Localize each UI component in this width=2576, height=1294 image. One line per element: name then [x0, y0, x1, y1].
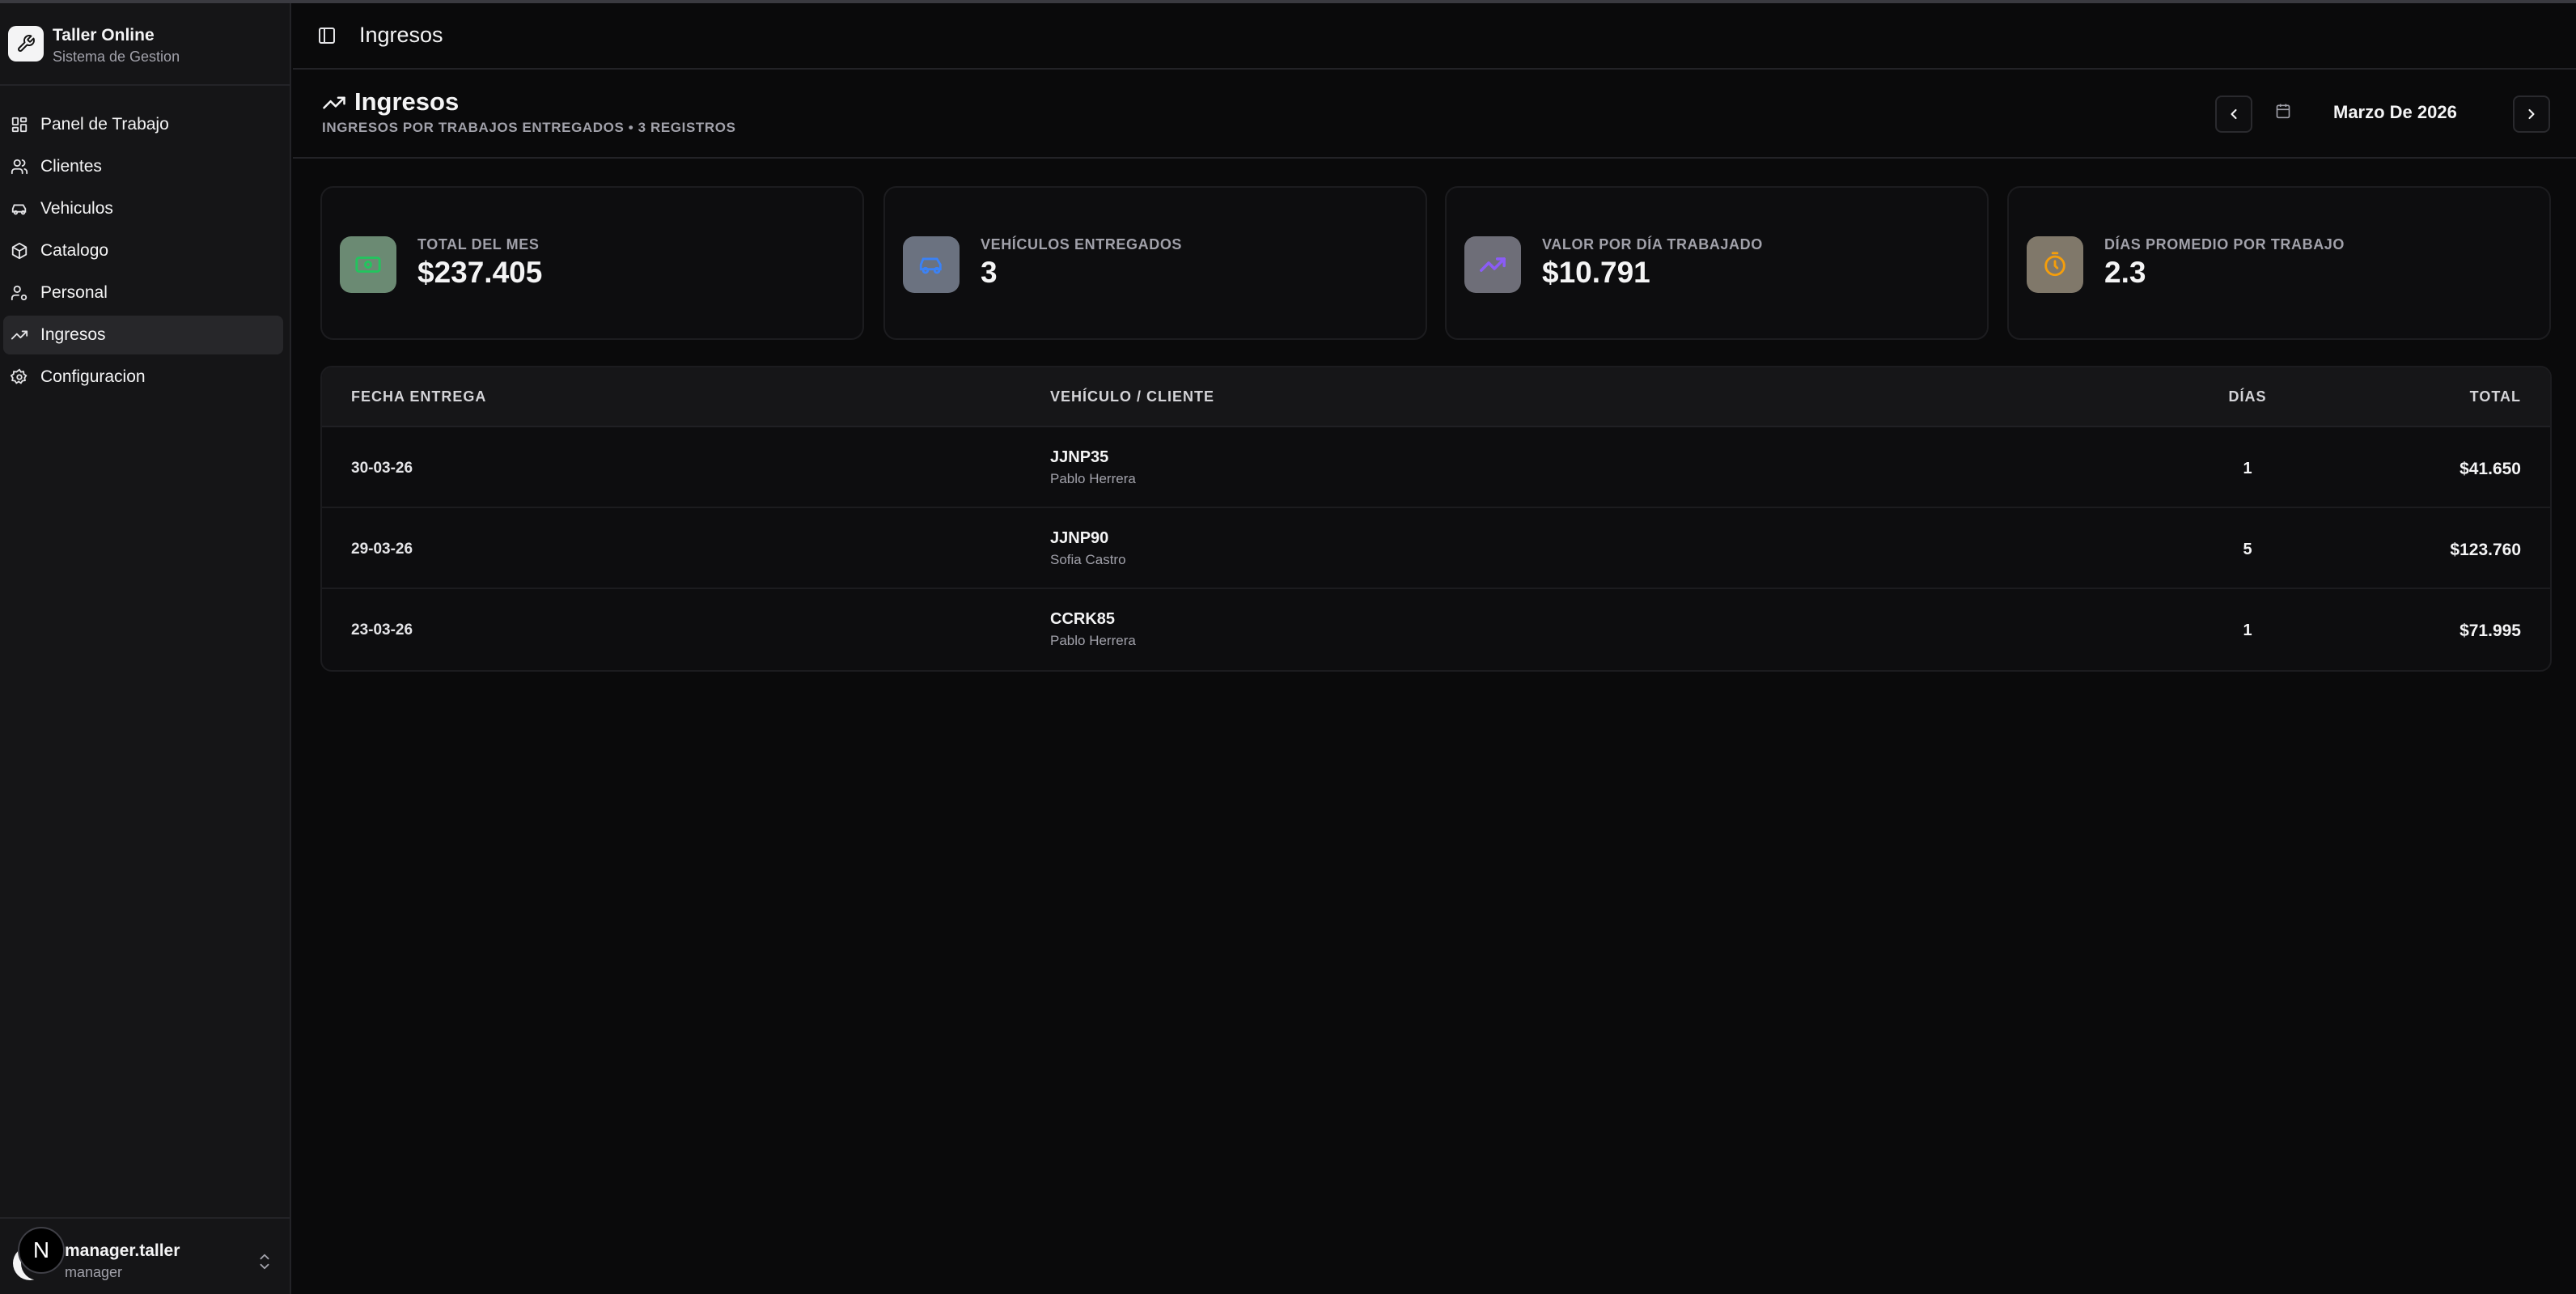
divider	[0, 84, 290, 86]
stat-label: Valor por día trabajado	[1542, 236, 1763, 252]
sidebar-item-catalogo[interactable]: Catalogo	[3, 231, 283, 270]
cell-date: 29-03-26	[351, 541, 413, 558]
cell-total: $71.995	[2459, 622, 2521, 640]
package-icon	[10, 241, 29, 261]
dev-badge[interactable]: N	[18, 1227, 65, 1274]
trending-up-icon	[322, 91, 348, 117]
sidebar-item-personal[interactable]: Personal	[3, 274, 283, 312]
stat-card-dias-promedio: Días promedio por trabajo 2.3	[2007, 186, 2551, 340]
trending-up-icon	[10, 325, 29, 345]
column-header-dias[interactable]: DÍAS	[2215, 388, 2280, 405]
sidebar-item-label: Vehiculos	[40, 199, 113, 218]
cell-client: Pablo Herrera	[1050, 633, 1136, 648]
money-icon	[340, 236, 396, 293]
settings-icon	[10, 367, 29, 387]
cell-total: $123.760	[2450, 541, 2521, 559]
car-icon	[903, 236, 960, 293]
stat-value: $237.405	[417, 256, 543, 289]
app-subtitle: Sistema de Gestion	[53, 49, 180, 65]
sidebar-item-label: Personal	[40, 283, 108, 302]
users-icon	[10, 157, 29, 176]
table-row[interactable]: 29-03-26 JJNP90 Sofia Castro 5 $123.760	[322, 508, 2550, 589]
wrench-icon	[8, 26, 44, 62]
stat-card-valor-por-dia: Valor por día trabajado $10.791	[1445, 186, 1989, 340]
cell-plate: JJNP90	[1050, 529, 1109, 547]
sidebar-nav: Panel de Trabajo Clientes Vehiculos Cata…	[0, 105, 290, 400]
cell-days: 1	[2243, 622, 2252, 639]
cell-total: $41.650	[2459, 460, 2521, 478]
app-name: Taller Online	[53, 26, 155, 45]
cell-plate: CCRK85	[1050, 610, 1116, 628]
user-cog-icon	[10, 283, 29, 303]
table-row[interactable]: 30-03-26 JJNP35 Pablo Herrera 1 $41.650	[322, 427, 2550, 508]
chevron-right-icon	[2528, 108, 2535, 120]
sidebar-item-vehiculos[interactable]: Vehiculos	[3, 189, 283, 228]
cell-client: Pablo Herrera	[1050, 471, 1136, 486]
chevron-left-icon	[2231, 108, 2237, 120]
page-header: Ingresos INGRESOS POR TRABAJOS ENTREGADO…	[293, 70, 2576, 159]
ingresos-table: FECHA ENTREGA VEHÍCULO / CLIENTE DÍAS TO…	[320, 366, 2552, 672]
topbar: Ingresos	[293, 3, 2576, 70]
sidebar-item-label: Clientes	[40, 157, 102, 176]
stat-label: Total del mes	[417, 236, 540, 252]
prev-month-button[interactable]	[2215, 95, 2252, 133]
stat-label: Vehículos entregados	[981, 236, 1183, 252]
car-icon	[10, 199, 29, 218]
stat-card-vehiculos-entregados: Vehículos entregados 3	[883, 186, 1427, 340]
page-title: Ingresos	[354, 87, 460, 116]
cell-plate: JJNP35	[1050, 448, 1109, 466]
stat-value: 3	[981, 256, 998, 289]
cell-days: 1	[2243, 460, 2252, 477]
sidebar-item-panel-de-trabajo[interactable]: Panel de Trabajo	[3, 105, 283, 144]
column-header-vehiculo-cliente[interactable]: VEHÍCULO / CLIENTE	[1050, 388, 1214, 405]
sidebar-item-label: Configuracion	[40, 367, 146, 386]
stat-card-total-del-mes: Total del mes $237.405	[320, 186, 864, 340]
user-name: manager.taller	[65, 1241, 180, 1260]
sidebar-item-clientes[interactable]: Clientes	[3, 147, 283, 186]
sidebar: Taller Online Sistema de Gestion Panel d…	[0, 3, 291, 1294]
table-row[interactable]: 23-03-26 CCRK85 Pablo Herrera 1 $71.995	[322, 589, 2550, 670]
sidebar-item-label: Panel de Trabajo	[40, 115, 169, 134]
cell-client: Sofia Castro	[1050, 552, 1126, 567]
divider	[0, 1217, 290, 1219]
month-label[interactable]: Marzo De 2026	[2333, 102, 2457, 123]
topbar-title: Ingresos	[359, 23, 443, 47]
sidebar-item-ingresos[interactable]: Ingresos	[3, 316, 283, 354]
cell-date: 23-03-26	[351, 622, 413, 639]
next-month-button[interactable]	[2513, 95, 2550, 133]
column-header-fecha[interactable]: FECHA ENTREGA	[351, 388, 486, 405]
page-subtitle: INGRESOS POR TRABAJOS ENTREGADOS • 3 REG…	[322, 120, 736, 135]
user-role: manager	[65, 1264, 123, 1280]
sidebar-toggle-icon[interactable]	[317, 26, 337, 45]
sidebar-item-label: Catalogo	[40, 241, 109, 260]
cell-date: 30-03-26	[351, 460, 413, 477]
clock-icon	[2027, 236, 2083, 293]
column-header-total[interactable]: TOTAL	[2470, 388, 2521, 405]
layout-grid-icon	[10, 115, 29, 134]
sidebar-item-label: Ingresos	[40, 325, 106, 344]
chevrons-up-down-icon	[256, 1251, 273, 1272]
stat-value: 2.3	[2104, 256, 2146, 289]
stat-value: $10.791	[1542, 256, 1650, 289]
sidebar-item-configuracion[interactable]: Configuracion	[3, 358, 283, 397]
brand[interactable]: Taller Online Sistema de Gestion	[8, 23, 275, 68]
table-header: FECHA ENTREGA VEHÍCULO / CLIENTE DÍAS TO…	[322, 367, 2550, 427]
calendar-icon	[2275, 103, 2293, 121]
stat-label: Días promedio por trabajo	[2104, 236, 2345, 252]
user-menu[interactable]: N manager.taller manager	[8, 1225, 283, 1288]
trending-up-icon	[1464, 236, 1521, 293]
cell-days: 5	[2243, 541, 2252, 558]
